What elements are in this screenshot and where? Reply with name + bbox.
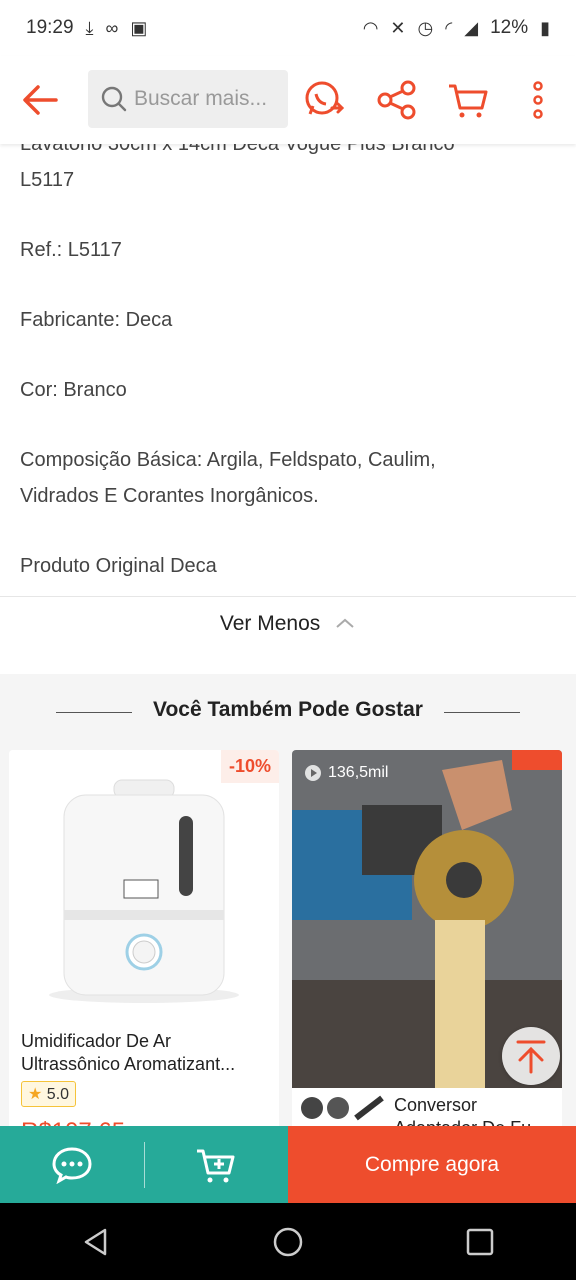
- wifi-icon: ◜: [445, 17, 453, 38]
- description-title-end: L5117: [20, 169, 75, 191]
- humidifier-image: [9, 750, 279, 1020]
- rating-value: 5.0: [46, 1086, 70, 1103]
- bottom-action-bar: Compre agora: [0, 1126, 576, 1203]
- headset-icon: ◠: [362, 17, 379, 38]
- description-color: Cor: Branco: [20, 379, 127, 401]
- discount-badge: -10%: [220, 750, 279, 783]
- cart-icon[interactable]: [446, 78, 490, 122]
- chat-icon: [52, 1146, 92, 1184]
- chat-button[interactable]: [0, 1126, 144, 1203]
- nav-back-icon[interactable]: [81, 1227, 111, 1257]
- arrow-up-icon: [516, 1040, 546, 1074]
- ver-menos-button[interactable]: Ver Menos: [0, 612, 576, 636]
- search-icon: [101, 86, 127, 112]
- description-manufacturer: Fabricante: Deca: [20, 309, 173, 331]
- signal-icon: ◢: [464, 17, 479, 38]
- chevron-up-icon: [336, 618, 354, 628]
- back-arrow-icon[interactable]: [20, 80, 60, 120]
- buy-now-button[interactable]: Compre agora: [288, 1126, 576, 1203]
- nav-recents-icon[interactable]: [465, 1227, 495, 1257]
- system-nav-bar: [0, 1203, 576, 1280]
- alarm-icon: ◷: [417, 17, 434, 38]
- sim-icon: ▣: [130, 17, 148, 38]
- whatsapp-share-icon[interactable]: [302, 78, 346, 122]
- voicemail-icon: ∞: [105, 17, 119, 38]
- description-ref: Ref.: L5117: [20, 239, 122, 261]
- product-card-humidifier[interactable]: -10% Umidificador De Ar Ultrassônico Aro…: [9, 750, 279, 1130]
- recommendations-title: Você Também Pode Gostar: [153, 698, 423, 721]
- rating-badge: ★ 5.0: [21, 1081, 77, 1107]
- video-views: 136,5mil: [304, 764, 388, 782]
- status-time: 19:29: [26, 17, 74, 38]
- ver-menos-label: Ver Menos: [219, 612, 321, 635]
- search-placeholder: Buscar mais...: [134, 87, 268, 110]
- product-description: Lavatório 30cm x 14cm Deca Vogue Plus Br…: [0, 133, 576, 584]
- status-bar: 19:29 ⤓ ∞ ▣ ◠ ✕ ◷ ◜ ◢ 12% ▮: [0, 0, 576, 56]
- more-options-icon[interactable]: [516, 78, 560, 122]
- battery-icon: ▮: [540, 17, 550, 38]
- mute-icon: ✕: [390, 17, 406, 38]
- scroll-to-top-button[interactable]: [502, 1027, 560, 1085]
- add-to-cart-icon: [197, 1149, 235, 1182]
- download-icon: ⤓: [85, 17, 94, 38]
- button-separator: [144, 1142, 145, 1188]
- description-composition-1: Composição Básica: Argila, Feldspato, Ca…: [20, 449, 436, 471]
- battery-percent: 12%: [490, 17, 529, 38]
- divider: [0, 596, 576, 597]
- views-count: 136,5mil: [328, 764, 389, 781]
- star-icon: ★: [28, 1086, 43, 1103]
- card-title: Umidificador De Ar Ultrassônico Aromatiz…: [21, 1031, 236, 1074]
- video-play-icon: [305, 765, 321, 781]
- share-icon[interactable]: [375, 78, 419, 122]
- add-to-cart-button[interactable]: [144, 1126, 288, 1203]
- app-bar: Buscar mais...: [0, 56, 576, 144]
- description-composition-2: Vidrados E Corantes Inorgânicos.: [20, 485, 319, 507]
- description-original: Produto Original Deca: [20, 555, 217, 577]
- nav-home-icon[interactable]: [272, 1226, 304, 1258]
- search-input[interactable]: Buscar mais...: [88, 70, 288, 128]
- card-title-video: Conversor Adaptador De Fu...: [394, 1095, 547, 1130]
- product-thumbnail-icon: [301, 1095, 384, 1121]
